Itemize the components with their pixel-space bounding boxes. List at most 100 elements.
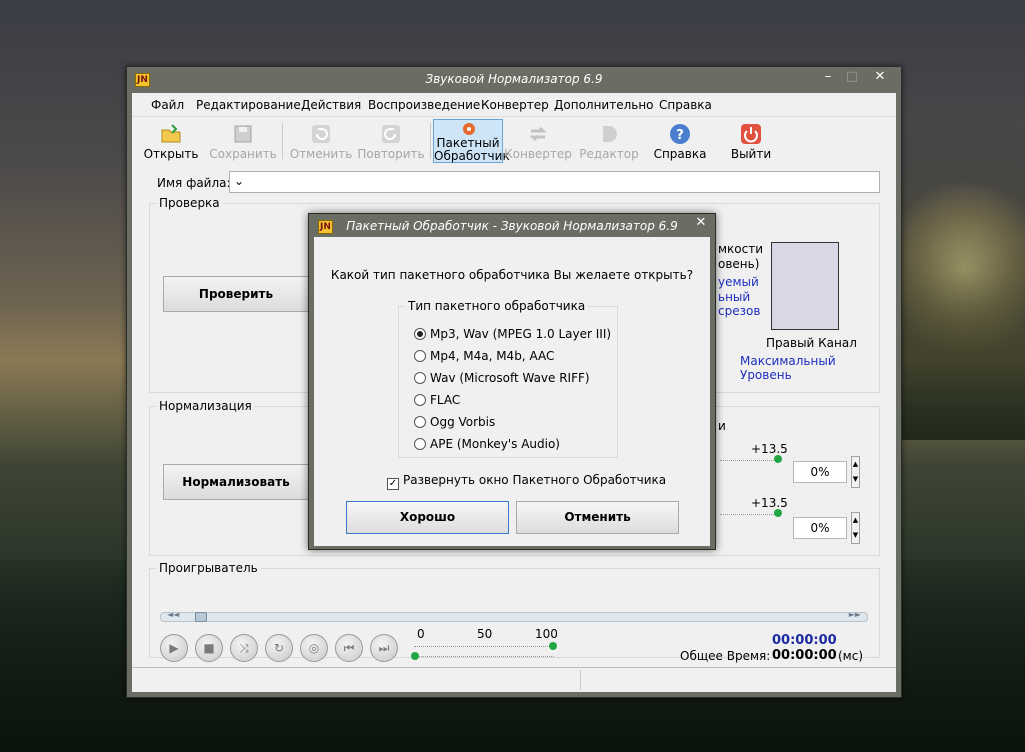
converter-icon [529, 126, 547, 142]
editor-icon [603, 126, 617, 142]
save-icon [234, 125, 252, 143]
radio-ape[interactable] [414, 438, 426, 450]
radio-wav[interactable] [414, 372, 426, 384]
option-mp4[interactable]: Mp4, M4a, M4b, AAC [414, 349, 554, 367]
editor-button[interactable]: Редактор [574, 119, 644, 163]
current-time: 00:00:00 [772, 633, 837, 648]
previous-icon[interactable]: ⏮ [335, 634, 363, 662]
volume-slider-knob[interactable] [549, 642, 557, 650]
chevron-down-icon[interactable]: ⌄ [234, 174, 244, 188]
forward-end-icon[interactable]: ►► [849, 610, 861, 619]
status-bar [132, 667, 896, 692]
status-separator [580, 670, 581, 690]
batch-dialog: JN Пакетный Обработчик - Звуковой Нормал… [308, 213, 716, 550]
open-button[interactable]: Открыть [136, 119, 206, 163]
balance-slider[interactable] [414, 656, 554, 657]
balance-slider-knob[interactable] [411, 652, 419, 660]
dialog-close-icon[interactable]: ✕ [690, 215, 712, 231]
undo-button[interactable]: Отменить [286, 119, 356, 163]
time-unit: (мс) [838, 649, 864, 663]
minimize-icon[interactable]: – [817, 69, 839, 85]
right-channel-label: Правый Канал [766, 336, 857, 350]
menu-help[interactable]: Справка [659, 98, 712, 112]
norm-value-2: +13.5 [751, 496, 788, 510]
exit-button[interactable]: Выйти [716, 119, 786, 163]
normalize-button[interactable]: Нормализовать [163, 464, 309, 500]
maximize-icon[interactable]: □ [841, 69, 863, 85]
normalization-group-title: Нормализация [156, 399, 255, 413]
check-button[interactable]: Проверить [163, 276, 309, 312]
dialog-title: Пакетный Обработчик - Звуковой Нормализа… [346, 219, 678, 233]
option-mp3[interactable]: Mp3, Wav (MPEG 1.0 Layer III) [414, 327, 611, 345]
dialog-question: Какой тип пакетного обработчика Вы желае… [330, 268, 694, 282]
check-group-title: Проверка [156, 196, 223, 210]
menu-file[interactable]: Файл [151, 98, 184, 112]
toolbar-separator [282, 123, 283, 159]
option-ape[interactable]: APE (Monkey's Audio) [414, 437, 560, 455]
redo-icon [382, 125, 400, 143]
total-time-value: 00:00:00 [772, 648, 837, 663]
progress-thumb[interactable] [195, 612, 207, 622]
norm-slider-1[interactable] [720, 460, 778, 461]
menu-extra[interactable]: Дополнительно [554, 98, 654, 112]
option-wav[interactable]: Wav (Microsoft Wave RIFF) [414, 371, 590, 389]
filename-label: Имя файла: [157, 176, 231, 190]
save-button[interactable]: Сохранить [208, 119, 278, 163]
shuffle-icon[interactable]: ⤨ [230, 634, 258, 662]
norm-slider-2[interactable] [720, 514, 778, 515]
repeat-icon[interactable]: ↻ [265, 634, 293, 662]
right-channel-meter [771, 242, 839, 330]
normalization-partial-label: и [718, 419, 726, 433]
menu-playback[interactable]: Воспроизведение [368, 98, 480, 112]
help-button[interactable]: ? Справка [645, 119, 715, 163]
rewind-end-icon[interactable]: ◄◄ [167, 610, 179, 619]
player-group-title: Проигрыватель [156, 561, 261, 575]
loudness-label-line1: мкости [718, 242, 764, 256]
menu-bar: Файл Редактирование Действия Воспроизвед… [132, 93, 896, 117]
ok-button[interactable]: Хорошо [346, 501, 509, 534]
close-icon[interactable]: ✕ [869, 69, 891, 85]
undo-icon [312, 125, 330, 143]
norm-percent-1[interactable]: 0% [793, 461, 847, 483]
volume-icon[interactable]: ◎ [300, 634, 328, 662]
dialog-client: Какой тип пакетного обработчика Вы желае… [314, 237, 710, 546]
expand-window-option[interactable]: ✓ Развернуть окно Пакетного Обработчика [387, 473, 666, 490]
volume-slider[interactable] [414, 646, 554, 647]
radio-ogg[interactable] [414, 416, 426, 428]
stop-icon[interactable]: ■ [195, 634, 223, 662]
play-icon[interactable]: ▶ [160, 634, 188, 662]
processor-type-title: Тип пакетного обработчика [405, 299, 589, 313]
radio-mp4[interactable] [414, 350, 426, 362]
help-icon: ? [670, 124, 690, 144]
radio-mp3[interactable] [414, 328, 426, 340]
option-ogg[interactable]: Ogg Vorbis [414, 415, 495, 433]
expand-window-checkbox[interactable]: ✓ [387, 478, 399, 490]
norm-slider-2-knob[interactable] [774, 509, 782, 517]
toolbar: Открыть Сохранить Отменить Повторить Пак… [132, 119, 896, 163]
playback-progress[interactable]: ◄◄ ►► [160, 610, 868, 622]
radio-flac[interactable] [414, 394, 426, 406]
window-title: Звуковой Нормализатор 6.9 [425, 72, 603, 86]
norm-slider-1-knob[interactable] [774, 455, 782, 463]
volume-scale-100: 100 [535, 627, 558, 641]
batch-processor-button[interactable]: Пакетный Обработчик [433, 119, 510, 163]
converter-button[interactable]: Конвертер [503, 119, 573, 163]
filename-combobox[interactable]: ⌄ [229, 171, 880, 193]
option-flac[interactable]: FLAC [414, 393, 460, 411]
norm-spinner-2[interactable]: ▲ ▼ [851, 512, 860, 544]
title-bar[interactable]: JN Звуковой Нормализатор 6.9 – □ ✕ [127, 67, 901, 93]
norm-spinner-1[interactable]: ▲ ▼ [851, 456, 860, 488]
redo-button[interactable]: Повторить [356, 119, 426, 163]
toolbar-separator [430, 123, 431, 159]
power-icon [741, 124, 761, 144]
menu-converter[interactable]: Конвертер [481, 98, 549, 112]
menu-actions[interactable]: Действия [301, 98, 361, 112]
next-icon[interactable]: ⏭ [370, 634, 398, 662]
svg-text:?: ? [676, 128, 684, 143]
max-level-label: Максимальный Уровень [740, 354, 836, 382]
blue-label-line3: срезов [718, 304, 761, 318]
cancel-button[interactable]: Отменить [516, 501, 679, 534]
norm-percent-2[interactable]: 0% [793, 517, 847, 539]
menu-edit[interactable]: Редактирование [196, 98, 301, 112]
background-trees-right [900, 120, 1025, 440]
